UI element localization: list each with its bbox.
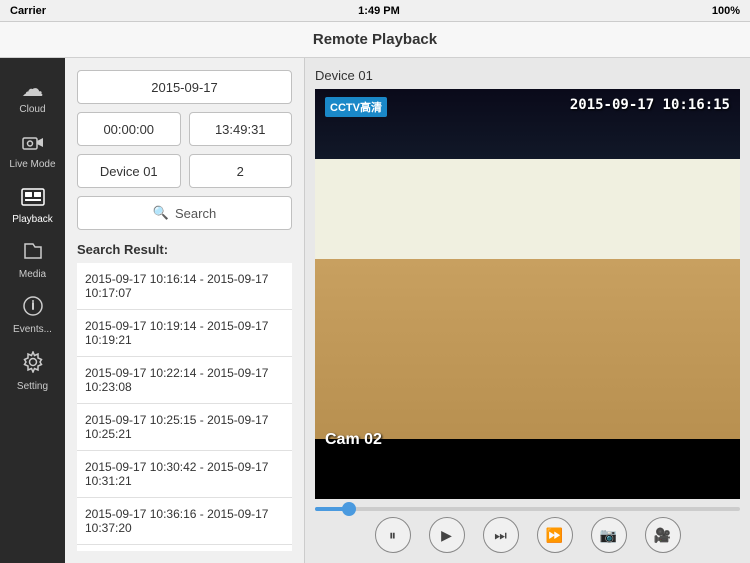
next-frame-icon: ⏭: [494, 527, 507, 544]
video-timestamp: 2015-09-17 10:16:15: [570, 97, 730, 113]
page-title: Remote Playback: [313, 31, 437, 48]
sidebar-label-events: Events...: [13, 324, 52, 335]
carrier-label: Carrier: [10, 5, 46, 17]
sidebar-item-cloud[interactable]: ☁ Cloud: [0, 68, 65, 123]
video-player: 2015-09-17 10:16:15 CCTV高清 Cam 02: [315, 89, 740, 499]
time-start-input[interactable]: 00:00:00: [77, 112, 181, 146]
list-item[interactable]: 2015-09-17 10:36:16 - 2015-09-17 10:37:2…: [77, 498, 292, 545]
play-icon: ▶: [441, 527, 452, 544]
date-input[interactable]: 2015-09-17: [77, 70, 292, 104]
sidebar-item-media[interactable]: Media: [0, 233, 65, 288]
list-item[interactable]: 2015-09-17 10:30:42 - 2015-09-17 10:31:2…: [77, 451, 292, 498]
channel-input[interactable]: 2: [189, 154, 293, 188]
time-end-input[interactable]: 13:49:31: [189, 112, 293, 146]
time-row: 00:00:00 13:49:31: [77, 112, 292, 146]
camera-icon: [22, 131, 44, 157]
sidebar-label-live-mode: Live Mode: [9, 159, 55, 170]
device-row: Device 01 2: [77, 154, 292, 188]
list-item[interactable]: 2015-09-17 11:03:18 - 2015-09-17 11:03:2…: [77, 545, 292, 551]
list-item[interactable]: 2015-09-17 10:19:14 - 2015-09-17 10:19:2…: [77, 310, 292, 357]
sidebar-item-setting[interactable]: Setting: [0, 343, 65, 400]
snapshot-icon: 📷: [600, 527, 617, 544]
playback-buttons: ⏸ ▶ ⏭ ⏩ 📷 🎥: [315, 517, 740, 553]
sidebar-label-setting: Setting: [17, 381, 48, 392]
title-bar: Remote Playback: [0, 22, 750, 58]
sidebar: ☁ Cloud Live Mode P: [0, 58, 65, 563]
sidebar-label-cloud: Cloud: [19, 104, 45, 115]
right-panel: Device 01 2015-09-17 10:16:15 CCTV高清 Cam…: [305, 58, 750, 563]
progress-thumb: [342, 502, 356, 516]
video-stage-floor: [315, 259, 740, 439]
time-label: 1:49 PM: [358, 5, 400, 17]
search-button[interactable]: 🔍 Search: [77, 196, 292, 230]
progress-bar-container: [315, 507, 740, 511]
battery-label: 100%: [712, 5, 740, 17]
events-icon: [23, 296, 43, 322]
sidebar-item-playback[interactable]: Playback: [0, 178, 65, 233]
device-input[interactable]: Device 01: [77, 154, 181, 188]
record-icon: 🎥: [654, 527, 671, 544]
play-button[interactable]: ▶: [429, 517, 465, 553]
list-item[interactable]: 2015-09-17 10:16:14 - 2015-09-17 10:17:0…: [77, 263, 292, 310]
gear-icon: [22, 351, 44, 379]
search-icon: 🔍: [153, 205, 169, 221]
sidebar-label-playback: Playback: [12, 214, 53, 225]
controls-bar: ⏸ ▶ ⏭ ⏩ 📷 🎥: [315, 507, 740, 553]
media-icon: [22, 241, 44, 267]
list-item[interactable]: 2015-09-17 10:25:15 - 2015-09-17 10:25:2…: [77, 404, 292, 451]
cam-label: Cam 02: [325, 431, 382, 449]
device-label: Device 01: [315, 68, 740, 83]
progress-track[interactable]: [315, 507, 740, 511]
snapshot-button[interactable]: 📷: [591, 517, 627, 553]
content-area: 2015-09-17 00:00:00 13:49:31 Device 01 2: [65, 58, 750, 563]
sidebar-item-events[interactable]: Events...: [0, 288, 65, 343]
fast-forward-button[interactable]: ⏩: [537, 517, 573, 553]
cctv-logo: CCTV高清: [325, 97, 387, 117]
pause-icon: ⏸: [389, 527, 396, 544]
result-list: 2015-09-17 10:16:14 - 2015-09-17 10:17:0…: [77, 263, 292, 551]
sidebar-label-media: Media: [19, 269, 46, 280]
fast-forward-icon: ⏩: [546, 527, 563, 544]
record-button[interactable]: 🎥: [645, 517, 681, 553]
status-bar: Carrier 1:49 PM 100%: [0, 0, 750, 22]
list-item[interactable]: 2015-09-17 10:22:14 - 2015-09-17 10:23:0…: [77, 357, 292, 404]
pause-button[interactable]: ⏸: [375, 517, 411, 553]
main-layout: ☁ Cloud Live Mode P: [0, 58, 750, 563]
search-result-label: Search Result:: [77, 242, 292, 257]
playback-icon: [21, 186, 45, 212]
next-frame-button[interactable]: ⏭: [483, 517, 519, 553]
sidebar-item-live-mode[interactable]: Live Mode: [0, 123, 65, 178]
left-panel: 2015-09-17 00:00:00 13:49:31 Device 01 2: [65, 58, 305, 563]
cloud-icon: ☁: [22, 76, 44, 102]
